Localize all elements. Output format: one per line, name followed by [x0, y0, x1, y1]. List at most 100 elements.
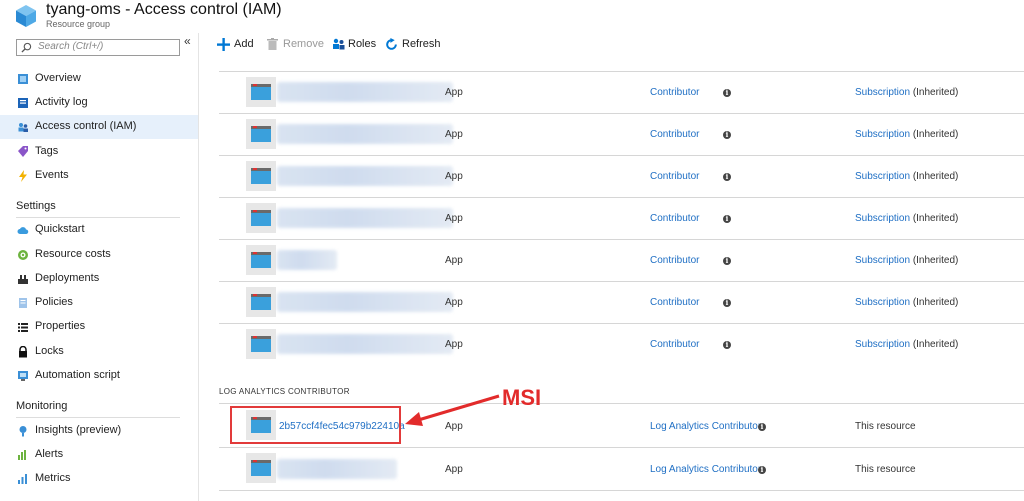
- table-row[interactable]: App Contributor i Subscription (Inherite…: [219, 197, 1024, 240]
- app-thumbnail: [246, 203, 276, 233]
- scope-link[interactable]: Subscription: [855, 171, 910, 182]
- role-link[interactable]: Contributor: [650, 171, 699, 182]
- role-link[interactable]: Log Analytics Contributor: [650, 464, 761, 475]
- info-icon[interactable]: i: [723, 89, 731, 97]
- scope-link[interactable]: Subscription: [855, 213, 910, 224]
- refresh-icon: [386, 38, 397, 50]
- sidebar-item-tags[interactable]: Tags: [0, 140, 198, 164]
- role-link[interactable]: Log Analytics Contributor: [650, 421, 761, 432]
- sidebar-item-deployments[interactable]: Deployments: [0, 267, 198, 291]
- refresh-button[interactable]: Refresh: [385, 38, 441, 52]
- sidebar-item-access-control[interactable]: Access control (IAM): [0, 115, 198, 139]
- monitoring-section-title: Monitoring: [16, 400, 68, 412]
- scope-link[interactable]: Subscription: [855, 129, 910, 140]
- redacted-name: [277, 459, 397, 479]
- app-thumbnail: [246, 245, 276, 275]
- lock-icon: [19, 346, 27, 358]
- annotation-arrow: [405, 394, 500, 426]
- annotation-highlight-box: [230, 406, 401, 444]
- activity-log-icon: [18, 98, 28, 108]
- sidebar-item-label: Overview: [35, 72, 81, 84]
- table-row[interactable]: App Contributor i Subscription (Inherite…: [219, 323, 1024, 365]
- app-thumbnail: [246, 161, 276, 191]
- role-link[interactable]: Contributor: [650, 255, 699, 266]
- table-row[interactable]: App Contributor i Subscription (Inherite…: [219, 281, 1024, 324]
- sidebar-item-events[interactable]: Events: [0, 164, 198, 188]
- remove-label: Remove: [283, 38, 324, 50]
- remove-button[interactable]: Remove: [267, 38, 324, 52]
- table-row[interactable]: App Contributor i Subscription (Inherite…: [219, 155, 1024, 198]
- sidebar-item-automation-script[interactable]: Automation script: [0, 364, 198, 388]
- search-input[interactable]: Search (Ctrl+/): [16, 39, 180, 56]
- sidebar-item-activity-log[interactable]: Activity log: [0, 91, 198, 115]
- sidebar-item-properties[interactable]: Properties: [0, 315, 198, 339]
- redacted-name: [277, 292, 453, 312]
- sidebar-item-alerts[interactable]: Alerts: [0, 443, 198, 467]
- info-icon[interactable]: i: [723, 341, 731, 349]
- table-row[interactable]: App Log Analytics Contributor i This res…: [219, 447, 1024, 491]
- blade-header: tyang-oms - Access control (IAM) Resourc…: [0, 0, 1024, 33]
- refresh-label: Refresh: [402, 38, 441, 50]
- app-icon: [251, 336, 271, 352]
- cloud-icon: [17, 227, 29, 234]
- sidebar-item-policies[interactable]: Policies: [0, 291, 198, 315]
- app-thumbnail: [246, 77, 276, 107]
- scope-link[interactable]: Subscription: [855, 339, 910, 350]
- sidebar-item-overview[interactable]: Overview: [0, 67, 198, 91]
- table-row[interactable]: App Contributor i Subscription (Inherite…: [219, 239, 1024, 282]
- app-icon: [251, 294, 271, 310]
- properties-icon: [18, 323, 28, 332]
- table-row[interactable]: App Contributor i Subscription (Inherite…: [219, 71, 1024, 114]
- role-link[interactable]: Contributor: [650, 129, 699, 140]
- sidebar-item-label: Locks: [35, 345, 64, 357]
- redacted-name: [277, 250, 337, 270]
- tag-icon: [18, 146, 28, 157]
- scope-suffix: (Inherited): [912, 213, 959, 224]
- sidebar-item-insights[interactable]: Insights (preview): [0, 419, 198, 443]
- app-icon: [251, 168, 271, 184]
- sidebar-item-quickstart[interactable]: Quickstart: [0, 218, 198, 242]
- sidebar-item-locks[interactable]: Locks: [0, 340, 198, 364]
- role-link[interactable]: Contributor: [650, 339, 699, 350]
- info-icon[interactable]: i: [723, 257, 731, 265]
- roles-button[interactable]: Roles: [332, 38, 376, 52]
- app-thumbnail: [246, 119, 276, 149]
- scope-link[interactable]: Subscription: [855, 87, 910, 98]
- scope-cell: Subscription (Inherited): [855, 297, 958, 308]
- app-icon: [251, 84, 271, 100]
- table-row[interactable]: App Contributor i Subscription (Inherite…: [219, 113, 1024, 156]
- scope-link[interactable]: Subscription: [855, 297, 910, 308]
- info-icon[interactable]: i: [723, 299, 731, 307]
- sidebar-item-label: Metrics: [35, 472, 71, 484]
- command-bar: Add Remove Roles Refresh: [199, 33, 1024, 57]
- scope-link[interactable]: Subscription: [855, 255, 910, 266]
- role-link[interactable]: Contributor: [650, 87, 699, 98]
- sidebar-item-label: Activity log: [35, 96, 88, 108]
- page-subtitle: Resource group: [46, 19, 111, 29]
- policies-icon: [19, 298, 27, 308]
- info-icon[interactable]: i: [758, 466, 766, 474]
- insights-icon: [19, 426, 27, 437]
- sidebar-item-label: Access control (IAM): [35, 120, 137, 132]
- overview-icon: [18, 74, 28, 84]
- info-icon[interactable]: i: [723, 215, 731, 223]
- sidebar-item-metrics[interactable]: Metrics: [0, 467, 198, 491]
- sidebar-item-resource-costs[interactable]: Resource costs: [0, 243, 198, 267]
- table-row[interactable]: [219, 57, 1024, 72]
- role-link[interactable]: Contributor: [650, 213, 699, 224]
- info-icon[interactable]: i: [723, 173, 731, 181]
- info-icon[interactable]: i: [723, 131, 731, 139]
- role-assignments-list: App Contributor i Subscription (Inherite…: [199, 57, 1024, 501]
- type-cell: App: [445, 297, 463, 308]
- collapse-sidebar-button[interactable]: «: [184, 34, 191, 48]
- metrics-icon: [18, 474, 27, 484]
- add-button[interactable]: Add: [217, 38, 257, 52]
- search-placeholder: Search (Ctrl+/): [38, 41, 104, 52]
- sidebar-item-label: Events: [35, 169, 69, 181]
- sidebar-item-label: Automation script: [35, 369, 120, 381]
- redacted-name: [277, 124, 453, 144]
- scope-cell: This resource: [855, 464, 916, 475]
- info-icon[interactable]: i: [758, 423, 766, 431]
- role-link[interactable]: Contributor: [650, 297, 699, 308]
- app-icon: [251, 126, 271, 142]
